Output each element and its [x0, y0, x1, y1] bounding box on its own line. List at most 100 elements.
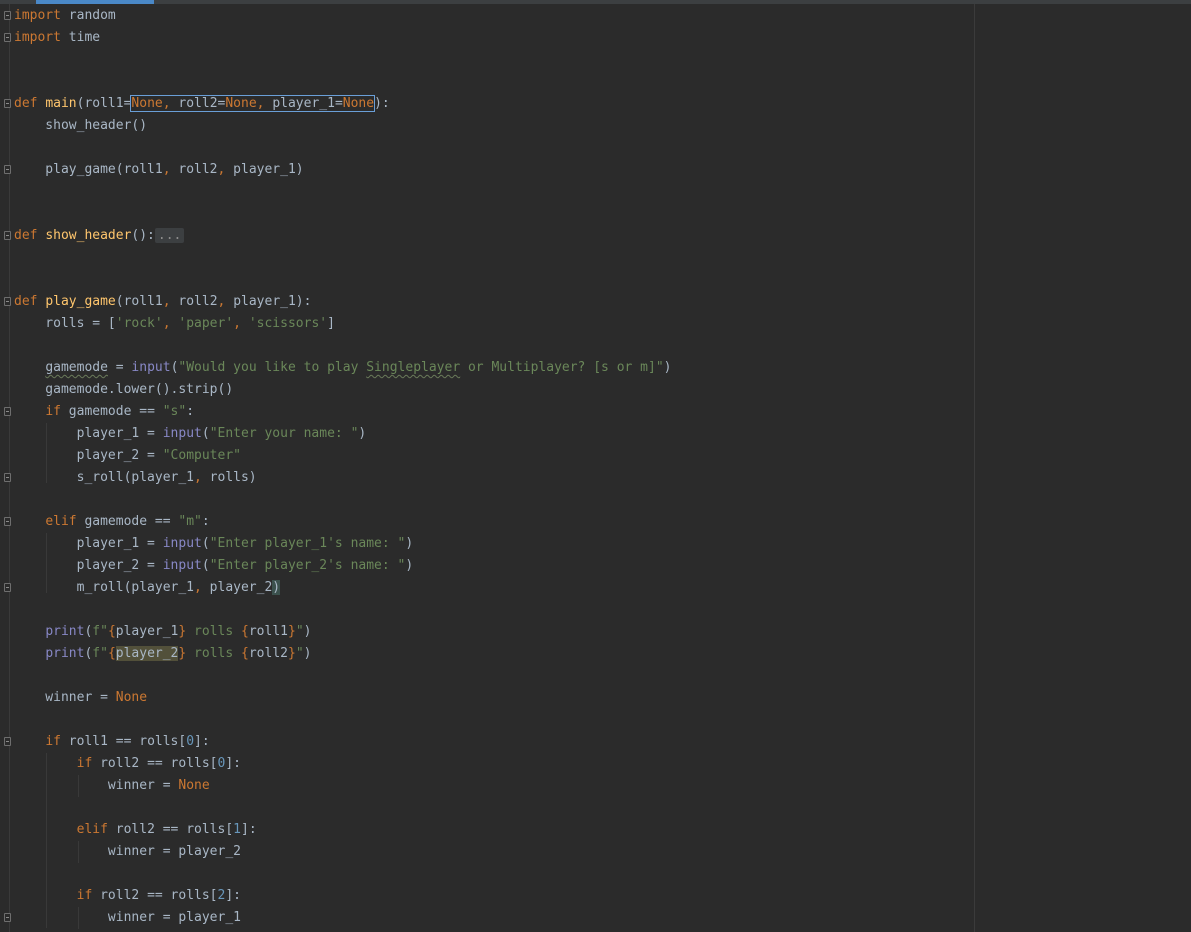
code-token: or Multiplayer? [s or m]" — [460, 360, 664, 375]
code-line[interactable]: print(f"{player_2} rolls {roll2}") — [14, 643, 671, 665]
code-line[interactable] — [14, 203, 671, 225]
code-token: ]: — [194, 734, 210, 749]
code-line[interactable]: winner = None — [14, 687, 671, 709]
right-margin-guide — [974, 4, 975, 932]
code-token: ) — [358, 426, 367, 441]
fold-marker-icon[interactable] — [4, 11, 11, 20]
code-line[interactable]: def main(roll1=None, roll2=None, player_… — [14, 93, 671, 115]
code-token: player_2 = — [14, 558, 163, 573]
code-line[interactable] — [14, 49, 671, 71]
fold-marker-icon[interactable] — [4, 33, 11, 42]
code-token: Singleplayer — [366, 360, 461, 375]
code-token: , — [194, 580, 210, 595]
code-line[interactable]: player_2 = input("Enter player_2's name:… — [14, 555, 671, 577]
code-token: if — [45, 734, 69, 749]
code-line[interactable]: elif gamemode == "m": — [14, 511, 671, 533]
code-line[interactable]: winner = player_1 — [14, 907, 671, 929]
code-line[interactable] — [14, 181, 671, 203]
fold-marker-icon[interactable] — [4, 737, 11, 746]
code-line[interactable]: print(f"{player_1} rolls {roll1}") — [14, 621, 671, 643]
code-token: , — [162, 316, 179, 331]
code-token: , — [256, 96, 273, 111]
code-line[interactable]: gamemode = input("Would you like to play… — [14, 357, 671, 379]
fold-marker-icon[interactable] — [4, 473, 11, 482]
code-token: main — [45, 96, 77, 111]
active-tab-indicator[interactable] — [36, 0, 154, 4]
code-token: roll2 — [178, 294, 218, 309]
fold-marker-icon[interactable] — [4, 165, 11, 174]
code-token: } — [287, 624, 296, 639]
code-token: 'paper' — [178, 316, 234, 331]
code-token: (roll1= — [76, 96, 132, 111]
code-line[interactable]: s_roll(player_1, rolls) — [14, 467, 671, 489]
code-token: ( — [201, 558, 210, 573]
code-line[interactable]: if roll2 == rolls[0]: — [14, 753, 671, 775]
code-line[interactable]: player_2 = "Computer" — [14, 445, 671, 467]
code-line[interactable] — [14, 863, 671, 885]
code-line[interactable] — [14, 71, 671, 93]
code-token: roll2 — [178, 162, 218, 177]
fold-marker-icon[interactable] — [4, 913, 11, 922]
code-token: player_1 — [115, 624, 179, 639]
code-line[interactable] — [14, 665, 671, 687]
code-token: "Enter player_2's name: " — [209, 558, 406, 573]
fold-marker-icon[interactable] — [4, 297, 11, 306]
fold-marker-icon[interactable] — [4, 99, 11, 108]
code-token: player_1 = — [14, 426, 163, 441]
code-token: gamemode.lower().strip() — [14, 382, 234, 397]
code-token: if — [76, 756, 101, 771]
code-line[interactable]: m_roll(player_1, player_2) — [14, 577, 671, 599]
code-line[interactable]: import random — [14, 5, 671, 27]
code-line[interactable] — [14, 247, 671, 269]
code-token: ) — [405, 558, 414, 573]
fold-marker-icon[interactable] — [4, 231, 11, 240]
code-line[interactable]: player_1 = input("Enter player_1's name:… — [14, 533, 671, 555]
code-line[interactable] — [14, 335, 671, 357]
fold-marker-icon[interactable] — [4, 517, 11, 526]
code-line[interactable] — [14, 599, 671, 621]
code-token: ( — [201, 426, 210, 441]
fold-marker-icon[interactable] — [4, 583, 11, 592]
code-token: random — [60, 8, 116, 23]
code-token: " — [295, 624, 304, 639]
code-token: (): — [131, 228, 155, 243]
code-line[interactable] — [14, 489, 671, 511]
code-line[interactable]: if roll2 == rolls[2]: — [14, 885, 671, 907]
code-line[interactable]: if roll1 == rolls[0]: — [14, 731, 671, 753]
code-token: f" — [92, 624, 108, 639]
code-token: { — [241, 624, 249, 639]
code-line[interactable]: elif roll2 == rolls[1]: — [14, 819, 671, 841]
fold-marker-icon[interactable] — [4, 407, 11, 416]
code-editor[interactable]: import random import time def main(roll1=… — [14, 5, 671, 929]
code-token: ): — [374, 96, 390, 111]
code-token: player_2 — [115, 646, 179, 661]
code-line[interactable]: show_header() — [14, 115, 671, 137]
code-line[interactable] — [14, 797, 671, 819]
code-token: , — [217, 294, 234, 309]
code-token: 0 — [186, 734, 195, 749]
code-token: ) — [303, 624, 312, 639]
code-line[interactable]: if gamemode == "s": — [14, 401, 671, 423]
code-line[interactable]: play_game(roll1, roll2, player_1) — [14, 159, 671, 181]
code-line[interactable]: winner = player_2 — [14, 841, 671, 863]
code-token: winner = player_1 — [14, 910, 241, 925]
code-token: input — [162, 426, 202, 441]
code-line[interactable] — [14, 709, 671, 731]
code-token: print — [45, 646, 85, 661]
code-token: ) — [405, 536, 414, 551]
code-line[interactable]: import time — [14, 27, 671, 49]
code-line[interactable]: winner = None — [14, 775, 671, 797]
code-line[interactable]: rolls = ['rock', 'paper', 'scissors'] — [14, 313, 671, 335]
code-line[interactable] — [14, 269, 671, 291]
code-token: if — [76, 888, 101, 903]
code-line[interactable]: gamemode.lower().strip() — [14, 379, 671, 401]
code-line[interactable] — [14, 137, 671, 159]
code-line[interactable]: player_1 = input("Enter your name: ") — [14, 423, 671, 445]
code-token: , — [194, 470, 210, 485]
code-token: roll1 — [248, 624, 288, 639]
code-line[interactable]: def show_header():... — [14, 225, 671, 247]
code-line[interactable]: def play_game(roll1, roll2, player_1): — [14, 291, 671, 313]
